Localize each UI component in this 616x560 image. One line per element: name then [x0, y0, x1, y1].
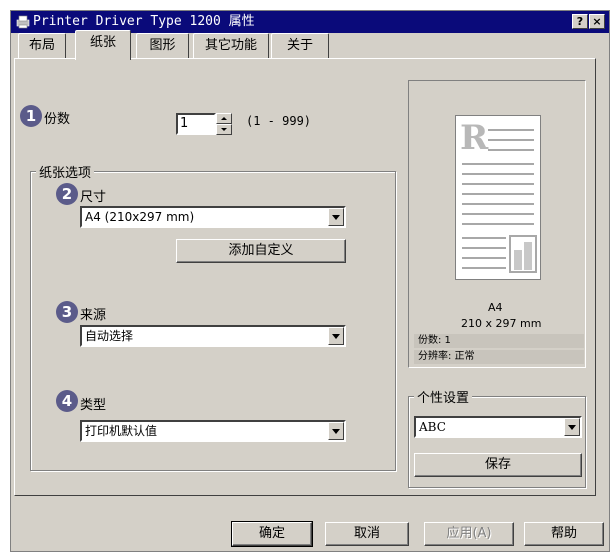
paper-size-select[interactable]: A4 (210x297 mm)	[80, 206, 346, 228]
preview-size-name: A4	[488, 301, 503, 314]
size-label: 尺寸	[80, 190, 107, 205]
cancel-button[interactable]: 取消	[325, 522, 409, 546]
profile-value: ABC	[419, 420, 446, 434]
spin-up-icon[interactable]	[216, 113, 232, 124]
copies-input[interactable]: 1	[176, 113, 216, 135]
callout-badge-4: 4	[56, 390, 78, 412]
ok-button[interactable]: 确定	[231, 521, 313, 547]
tab-graphics[interactable]: 图形	[136, 33, 189, 58]
window-title: Printer Driver Type 1200 属性	[33, 14, 255, 29]
paper-source-select[interactable]: 自动选择	[80, 325, 346, 347]
help-button[interactable]: 帮助	[524, 522, 604, 546]
save-profile-button[interactable]: 保存	[414, 453, 582, 477]
paper-source-value: 自动选择	[85, 329, 134, 343]
profile-select[interactable]: ABC	[414, 416, 582, 438]
copies-range: (1 - 999)	[246, 114, 312, 128]
chevron-down-icon[interactable]	[328, 422, 344, 440]
preview-size-dims: 210 x 297 mm	[461, 317, 542, 330]
callout-badge-1: 1	[20, 105, 42, 127]
copies-stepper[interactable]: 1	[176, 113, 236, 135]
copies-label: 份数	[44, 112, 71, 127]
type-label: 类型	[80, 398, 107, 413]
tab-about[interactable]: 关于	[271, 33, 329, 58]
chevron-down-icon[interactable]	[328, 208, 344, 226]
tab-layout[interactable]: 布局	[18, 33, 66, 58]
close-button[interactable]: ×	[589, 14, 605, 29]
tab-other-features[interactable]: 其它功能	[193, 33, 269, 58]
paper-options-title: 纸张选项	[36, 162, 95, 181]
preview-copies-line: 份数: 1	[414, 334, 584, 348]
page-lines-icon	[462, 129, 537, 273]
paper-type-select[interactable]: 打印机默认值	[80, 420, 346, 442]
source-label: 来源	[80, 308, 107, 323]
printer-icon	[16, 15, 30, 29]
spin-down-icon[interactable]	[216, 124, 232, 135]
callout-badge-2: 2	[56, 183, 78, 205]
callout-badge-3: 3	[56, 301, 78, 323]
paper-type-value: 打印机默认值	[85, 424, 158, 438]
apply-button[interactable]: 应用(A)	[424, 522, 514, 546]
tab-paper[interactable]: 纸张	[75, 30, 131, 60]
paper-size-value: A4 (210x297 mm)	[85, 210, 195, 224]
preview-resolution-line: 分辨率: 正常	[414, 350, 584, 364]
chevron-down-icon[interactable]	[564, 418, 580, 436]
chevron-down-icon[interactable]	[328, 327, 344, 345]
add-custom-size-button[interactable]: 添加自定义	[176, 239, 346, 263]
help-title-button[interactable]: ?	[572, 14, 588, 29]
page-preview-image: R	[455, 115, 541, 280]
profile-group-title: 个性设置	[414, 387, 473, 406]
